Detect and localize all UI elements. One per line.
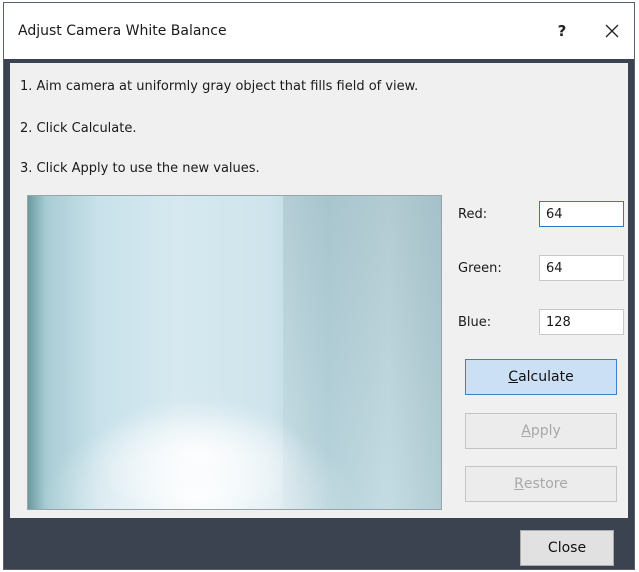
green-input[interactable]	[539, 255, 624, 281]
close-window-button[interactable]	[595, 17, 629, 45]
apply-button[interactable]: Apply	[465, 413, 617, 449]
restore-label: estore	[523, 476, 568, 492]
camera-preview	[27, 195, 442, 510]
restore-mnemonic: R	[514, 476, 524, 492]
restore-button[interactable]: Restore	[465, 466, 617, 502]
blue-input[interactable]	[539, 309, 624, 335]
white-balance-dialog: Adjust Camera White Balance ? 1. Aim cam…	[3, 2, 635, 570]
close-button[interactable]: Close	[520, 530, 614, 566]
calculate-label: alculate	[518, 369, 574, 385]
preview-glare	[88, 396, 308, 509]
instruction-step-1: 1. Aim camera at uniformly gray object t…	[20, 79, 419, 94]
help-button[interactable]: ?	[544, 17, 580, 45]
instruction-step-3: 3. Click Apply to use the new values.	[20, 161, 260, 176]
green-label: Green:	[458, 261, 502, 276]
blue-label: Blue:	[458, 315, 492, 330]
calculate-mnemonic: C	[508, 369, 519, 385]
instruction-step-2: 2. Click Calculate.	[20, 121, 137, 136]
title-bar[interactable]: Adjust Camera White Balance ?	[4, 3, 634, 59]
calculate-button[interactable]: Calculate	[465, 359, 617, 395]
apply-mnemonic: A	[521, 423, 531, 439]
apply-label: pply	[530, 423, 561, 439]
dialog-title: Adjust Camera White Balance	[18, 23, 227, 39]
close-icon	[605, 24, 619, 38]
red-input[interactable]	[539, 201, 624, 227]
red-label: Red:	[458, 207, 488, 222]
dialog-content: 1. Aim camera at uniformly gray object t…	[10, 63, 628, 518]
